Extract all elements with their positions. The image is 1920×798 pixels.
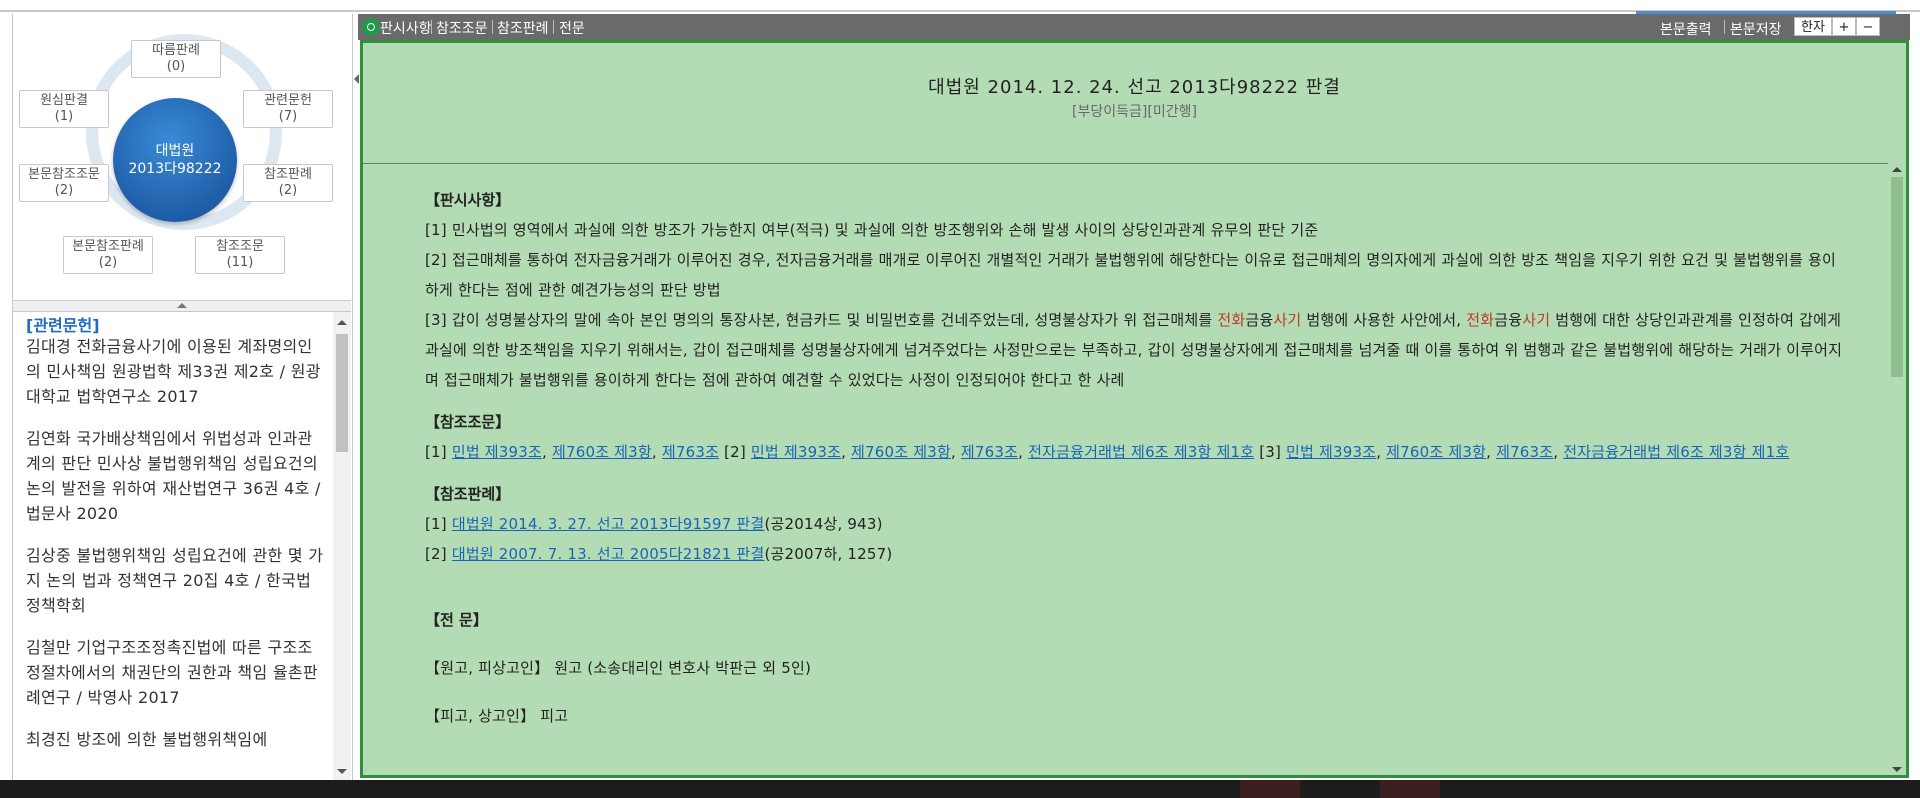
statute-link[interactable]: 제760조 제3항 [851,443,951,461]
node-count: (2) [98,255,118,270]
collapse-up-icon[interactable] [177,303,187,308]
taskbar-item [1380,780,1440,798]
document-scrollbar[interactable] [1888,163,1906,775]
section-full-text-title: 【전 문】 [425,611,488,629]
holding-item-2: [2] 접근매체를 통하여 전자금융거래가 이루어진 경우, 전자금융거래를 매… [425,251,1837,299]
node-count: (1) [54,109,74,124]
zoom-out-button[interactable]: − [1856,17,1880,36]
literature-item[interactable]: 김철만 기업구조조정촉진법에 따른 구조조정절차에서의 채권단의 권한과 책임 … [26,635,326,710]
statute-link[interactable]: 제763조 [1496,443,1553,461]
section-cases-title: 【참조판례】 [425,485,511,503]
collapse-left-icon[interactable] [354,74,359,84]
literature-panel: [관련문헌] 김대경 전화금융사기에 이용된 계좌명의인의 민사책임 원광법학 … [13,312,351,780]
statute-link[interactable]: 민법 제393조 [452,443,542,461]
highlight-term: 사기 [1273,311,1302,329]
statute-link[interactable]: 제763조 [961,443,1018,461]
literature-title: [관련문헌] [26,316,100,335]
document-title: 대법원 2014. 12. 24. 선고 2013다98222 판결 [928,77,1341,98]
hanja-toggle[interactable]: 한자 [1794,17,1832,36]
node-count: (11) [226,255,254,270]
scroll-down-icon[interactable] [1892,767,1902,772]
literature-list: 김대경 전화금융사기에 이용된 계좌명의인의 민사책임 원광법학 제33권 제2… [26,334,326,769]
holding-item-3: [3] 갑이 성명불상자의 말에 속아 본인 명의의 통장사본, 현금카드 및 … [425,311,1843,389]
tool-separator [1724,20,1725,34]
node-body-referenced-statutes[interactable]: 본문참조조문 (2) [19,164,109,202]
print-button[interactable]: 본문출력 [1660,19,1712,39]
document-body: 【판시사항】 [1] 민사법의 영역에서 과실에 의한 방조가 가능한지 여부(… [425,185,1845,731]
tool-separator [431,20,432,34]
holding-item-1: [1] 민사법의 영역에서 과실에 의한 방조가 가능한지 여부(적극) 및 과… [425,221,1319,239]
scroll-up-icon[interactable] [337,320,347,325]
statute-link[interactable]: 제760조 제3항 [552,443,652,461]
center-case-node[interactable]: 대법원 2013다98222 [113,98,237,222]
node-label: 관련문헌 [264,93,312,108]
statute-link[interactable]: 제763조 [662,443,719,461]
plaintiff-line: 【원고, 피상고인】 원고 (소송대리인 변호사 박판근 외 5인) [425,659,812,677]
top-divider [0,10,1920,12]
tab-full-text[interactable]: 전문 [559,18,585,38]
taskbar-item [1240,780,1300,798]
node-related-literature[interactable]: 관련문헌 (7) [243,90,333,128]
node-body-referenced-cases[interactable]: 본문참조판례 (2) [63,236,153,274]
highlight-term: 전화 [1466,311,1495,329]
defendant-line: 【피고, 상고인】 피고 [425,707,569,725]
case-link[interactable]: 대법원 2014. 3. 27. 선고 2013다91597 판결 [452,515,765,533]
literature-scrollbar[interactable] [333,312,351,780]
node-label: 본문참조판례 [72,239,144,254]
node-lower-court-judgment[interactable]: 원심판결 (1) [19,90,109,128]
document-subtitle: [부당이득금][미간행] [1072,104,1197,120]
top-strip [0,0,1920,14]
statutes-line: [1] 민법 제393조, 제760조 제3항, 제763조 [2] 민법 제3… [425,443,1790,461]
section-holding-title: 【판시사항】 [425,191,511,209]
statute-link[interactable]: 민법 제393조 [1286,443,1376,461]
scroll-thumb[interactable] [1891,177,1903,377]
node-following-cases[interactable]: 따름판례 (0) [131,40,221,78]
literature-item[interactable]: 최경진 방조에 의한 불법행위책임에 [26,727,326,752]
statute-link[interactable]: 제760조 제3항 [1386,443,1486,461]
tool-separator [553,20,554,34]
tab-statutes[interactable]: 참조조문 [436,18,488,38]
highlight-term: 사기 [1522,311,1551,329]
taskbar [0,780,1920,798]
scroll-down-icon[interactable] [337,769,347,774]
tool-separator [492,20,493,34]
document-panel: 대법원 2014. 12. 24. 선고 2013다98222 판결 [부당이득… [360,40,1909,778]
node-label: 따름판례 [152,43,200,58]
document-toolbar: 판시사항 참조조문 참조판례 전문 본문출력 본문저장 한자 + − [358,14,1910,40]
node-count: (0) [166,59,186,74]
node-label: 원심판결 [40,93,88,108]
statute-link[interactable]: 전자금융거래법 제6조 제3항 제1호 [1028,443,1254,461]
pane-collapse-bar[interactable] [13,300,351,312]
center-court: 대법원 [155,143,195,159]
statute-link[interactable]: 전자금융거래법 제6조 제3항 제1호 [1563,443,1789,461]
case-link[interactable]: 대법원 2007. 7. 13. 선고 2005다21821 판결 [452,545,765,563]
node-count: (2) [54,183,74,198]
case-line-2: [2] 대법원 2007. 7. 13. 선고 2005다21821 판결(공2… [425,545,893,563]
node-label: 본문참조조문 [28,167,100,182]
node-referenced-statutes[interactable]: 참조조문 (11) [195,236,285,274]
case-line-1: [1] 대법원 2014. 3. 27. 선고 2013다91597 판결(공2… [425,515,883,533]
node-count: (7) [278,109,298,124]
node-label: 참조조문 [216,239,264,254]
center-case-number: 2013다98222 [128,161,222,177]
statute-link[interactable]: 민법 제393조 [751,443,841,461]
document-header: 대법원 2014. 12. 24. 선고 2013다98222 판결 [부당이득… [363,43,1906,164]
scroll-thumb[interactable] [336,334,348,452]
save-button[interactable]: 본문저장 [1730,19,1782,39]
node-referenced-cases[interactable]: 참조판례 (2) [243,164,333,202]
target-icon [362,18,380,36]
highlight-term: 전화 [1217,311,1246,329]
section-statutes-title: 【참조조문】 [425,413,511,431]
scroll-up-icon[interactable] [1892,167,1902,172]
relation-map: 대법원 2013다98222 따름판례 (0) 관련문헌 (7) 참조판례 (2… [13,14,351,300]
tab-holding[interactable]: 판시사항 [380,18,432,38]
node-label: 참조판례 [264,167,312,182]
zoom-in-button[interactable]: + [1832,17,1856,36]
literature-item[interactable]: 김대경 전화금융사기에 이용된 계좌명의인의 민사책임 원광법학 제33권 제2… [26,334,326,409]
node-count: (2) [278,183,298,198]
literature-item[interactable]: 김연화 국가배상책임에서 위법성과 인과관계의 판단 민사상 불법행위책임 성립… [26,426,326,526]
literature-item[interactable]: 김상중 불법행위책임 성립요건에 관한 몇 가지 논의 법과 정책연구 20집 … [26,543,326,618]
tab-cases[interactable]: 참조판례 [497,18,549,38]
